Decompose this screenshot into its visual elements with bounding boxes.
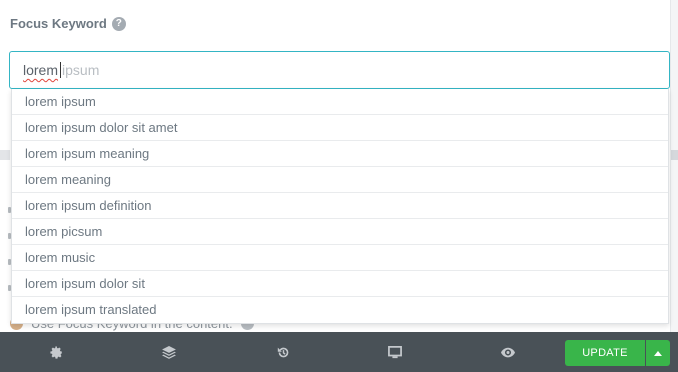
settings-icon[interactable] — [48, 344, 64, 360]
question-mark-icon[interactable]: ? — [111, 16, 126, 31]
focus-keyword-label: Focus Keyword ? — [10, 16, 126, 31]
update-button[interactable]: UPDATE — [565, 340, 645, 366]
suggestion-item[interactable]: lorem meaning — [12, 167, 668, 193]
input-autocomplete-ghost: ipsum — [62, 62, 100, 78]
preview-icon[interactable] — [500, 344, 516, 360]
responsive-icon[interactable] — [387, 344, 403, 360]
panel-scrollbar[interactable] — [670, 0, 678, 332]
text-caret — [60, 62, 62, 78]
focus-keyword-label-text: Focus Keyword — [10, 16, 107, 31]
history-icon[interactable] — [275, 344, 291, 360]
suggestion-item[interactable]: lorem ipsum definition — [12, 193, 668, 219]
focus-keyword-input[interactable]: lorem ipsum — [9, 51, 670, 89]
suggestion-item[interactable]: lorem ipsum meaning — [12, 141, 668, 167]
layers-icon[interactable] — [161, 344, 177, 360]
suggestion-item[interactable]: lorem ipsum dolor sit amet — [12, 115, 668, 141]
scrollbar-thumb[interactable] — [671, 150, 678, 160]
suggestion-item[interactable]: lorem ipsum — [12, 89, 668, 115]
input-typed-text: lorem — [23, 62, 59, 78]
suggestion-item[interactable]: lorem picsum — [12, 219, 668, 245]
suggestion-dropdown: lorem ipsum lorem ipsum dolor sit amet l… — [11, 89, 669, 324]
section-divider — [0, 150, 10, 160]
suggestion-item[interactable]: lorem music — [12, 245, 668, 271]
caret-up-icon[interactable] — [646, 340, 670, 366]
suggestion-item[interactable]: lorem ipsum dolor sit — [12, 271, 668, 297]
suggestion-item[interactable]: lorem ipsum translated — [12, 297, 668, 323]
